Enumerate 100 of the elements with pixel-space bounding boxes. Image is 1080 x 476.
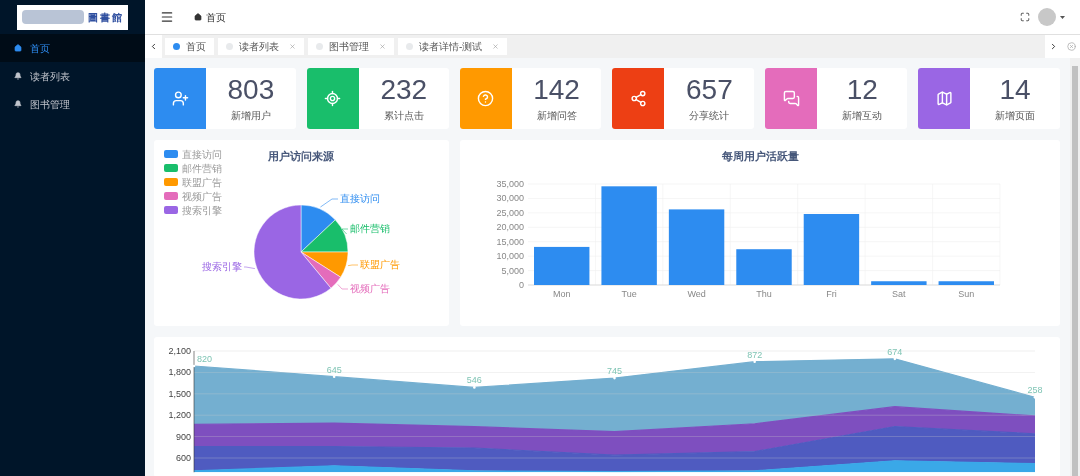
logo-blurred-block <box>22 10 84 24</box>
axis-category-label: Fri <box>826 289 837 299</box>
leader-line <box>243 266 256 269</box>
tab[interactable]: 读者详情-测试 <box>398 38 508 55</box>
axis-tick-label: 1,800 <box>168 367 191 378</box>
tab[interactable]: 读者列表 <box>218 38 304 55</box>
tab[interactable]: 首页 <box>165 38 214 55</box>
leader-line <box>320 198 339 208</box>
stat-value: 657 <box>686 74 733 106</box>
slice-label: 联盟广告 <box>360 259 400 270</box>
stat-value: 803 <box>227 74 275 106</box>
data-point <box>192 364 196 368</box>
slice-label: 直接访问 <box>340 193 380 204</box>
stat-value: 14 <box>999 74 1031 106</box>
axis-category-label: Sat <box>892 289 906 299</box>
axis-tick-label: 600 <box>175 453 191 463</box>
chart-title: 每周用户活跃量 <box>721 150 799 162</box>
chart-title: 用户访问来源 <box>268 150 334 162</box>
stat-label: 新增页面 <box>995 109 1036 123</box>
menu-icon[interactable] <box>160 10 174 24</box>
legend-swatch[interactable] <box>164 192 178 200</box>
data-label: 872 <box>747 349 763 360</box>
data-point <box>753 360 756 363</box>
legend-swatch[interactable] <box>164 178 178 186</box>
legend-swatch[interactable] <box>164 206 178 214</box>
legend-swatch[interactable] <box>164 150 178 158</box>
axis-category-label: Mon <box>552 289 571 299</box>
sidebar-item[interactable]: 读者列表 <box>0 62 145 90</box>
axis-tick-label: 0 <box>519 280 524 290</box>
fullscreen-icon[interactable] <box>1020 12 1030 22</box>
data-point <box>613 376 616 380</box>
share-icon <box>630 90 647 107</box>
tab[interactable]: 图书管理 <box>308 38 394 55</box>
data-label: 745 <box>607 366 622 377</box>
bell-icon <box>14 72 22 80</box>
data-label: 645 <box>326 364 342 375</box>
axis-tick-label: 5,000 <box>501 265 524 276</box>
chevron-right-icon <box>1049 42 1058 51</box>
slice-label: 邮件营销 <box>350 223 390 234</box>
axis-category-label: Sun <box>958 289 975 299</box>
bar <box>803 214 860 285</box>
home-icon <box>194 13 202 21</box>
target-icon <box>324 90 342 107</box>
slice-label: 视频广告 <box>350 283 390 294</box>
axis-category-label: Tue <box>621 289 637 299</box>
close-circle-icon <box>1066 42 1076 51</box>
leader-line <box>337 284 349 290</box>
caret-icon[interactable] <box>1060 15 1065 19</box>
close-all-button[interactable] <box>1062 35 1080 58</box>
data-point <box>473 386 476 389</box>
stat-label: 累计点击 <box>383 109 424 123</box>
bar <box>871 281 927 285</box>
axis-tick-label: 20,000 <box>496 222 524 233</box>
bell-icon <box>14 100 22 108</box>
bar <box>736 249 792 285</box>
chevron-left-icon <box>149 42 158 51</box>
data-point <box>332 375 336 378</box>
legend-swatch[interactable] <box>164 164 178 172</box>
stat-label: 新增用户 <box>230 109 271 123</box>
axis-category-label: Wed <box>687 289 706 299</box>
bar <box>938 281 994 285</box>
scroll-right-button[interactable] <box>1045 35 1062 58</box>
user-plus-icon <box>171 90 189 107</box>
axis-tick-label: 25,000 <box>496 207 524 218</box>
stat-label: 新增互动 <box>842 109 883 123</box>
breadcrumb[interactable]: 首页 <box>206 9 226 25</box>
axis-tick-label: 15,000 <box>496 236 524 247</box>
data-label: 546 <box>466 375 482 386</box>
slice-label: 搜索引擎 <box>202 261 242 272</box>
data-label: 674 <box>887 346 903 357</box>
axis-tick-label: 30,000 <box>496 193 524 204</box>
leader-line <box>341 228 349 235</box>
help-icon <box>477 90 495 107</box>
chat-icon <box>782 90 800 107</box>
leader-line <box>347 264 359 266</box>
sidebar-item[interactable]: 图书管理 <box>0 90 145 118</box>
data-label: 258 <box>1027 385 1043 396</box>
axis-tick-label: 1,200 <box>168 410 191 421</box>
stat-label: 新增问答 <box>536 109 577 123</box>
stat-value: 232 <box>380 74 428 106</box>
sidebar-item[interactable]: 首页 <box>0 34 145 62</box>
stat-value: 142 <box>533 74 580 106</box>
axis-tick-label: 900 <box>175 431 191 442</box>
axis-tick-label: 35,000 <box>496 179 524 189</box>
stat-value: 12 <box>846 74 878 106</box>
axis-tick-label: 1,500 <box>168 388 191 399</box>
data-label: 820 <box>197 354 213 364</box>
stat-label: 分享统计 <box>689 109 730 123</box>
map-icon <box>935 90 953 107</box>
logo-text: 圖書館 <box>88 10 124 25</box>
home-icon <box>14 44 22 52</box>
data-point <box>1033 396 1037 399</box>
scroll-left-button[interactable] <box>145 35 162 58</box>
scrollbar-thumb[interactable] <box>1072 66 1078 476</box>
close-icon[interactable] <box>379 43 386 50</box>
data-point <box>893 357 897 361</box>
close-icon[interactable] <box>289 43 296 50</box>
axis-tick-label: 10,000 <box>496 251 524 262</box>
close-icon[interactable] <box>492 43 500 50</box>
axis-category-label: Thu <box>756 289 772 299</box>
